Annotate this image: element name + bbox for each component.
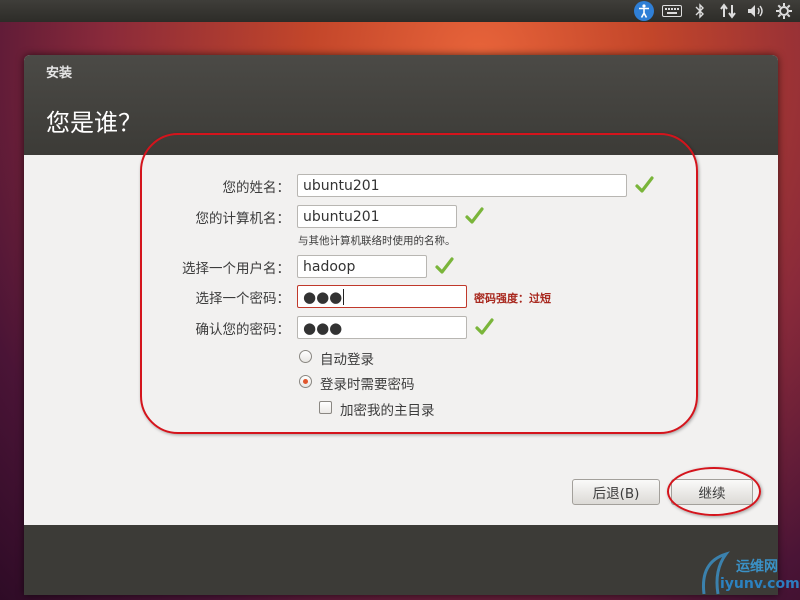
annotation-ellipse-form: [140, 133, 698, 434]
bluetooth-icon[interactable]: [690, 1, 710, 21]
back-button[interactable]: 后退(B): [572, 479, 660, 505]
annotation-ellipse-continue: [667, 467, 761, 516]
watermark-text: 运维网: [736, 559, 778, 575]
network-icon[interactable]: [718, 1, 738, 21]
window-title: 安装: [46, 66, 73, 81]
volume-icon[interactable]: [746, 1, 766, 21]
watermark-url: iyunv.com: [720, 576, 800, 592]
window-footer: [24, 525, 778, 595]
keyboard-icon[interactable]: [662, 1, 682, 21]
accessibility-icon[interactable]: [634, 1, 654, 21]
power-settings-icon[interactable]: [774, 1, 794, 21]
page-title: 您是谁？: [46, 109, 142, 137]
top-panel: [0, 0, 800, 22]
